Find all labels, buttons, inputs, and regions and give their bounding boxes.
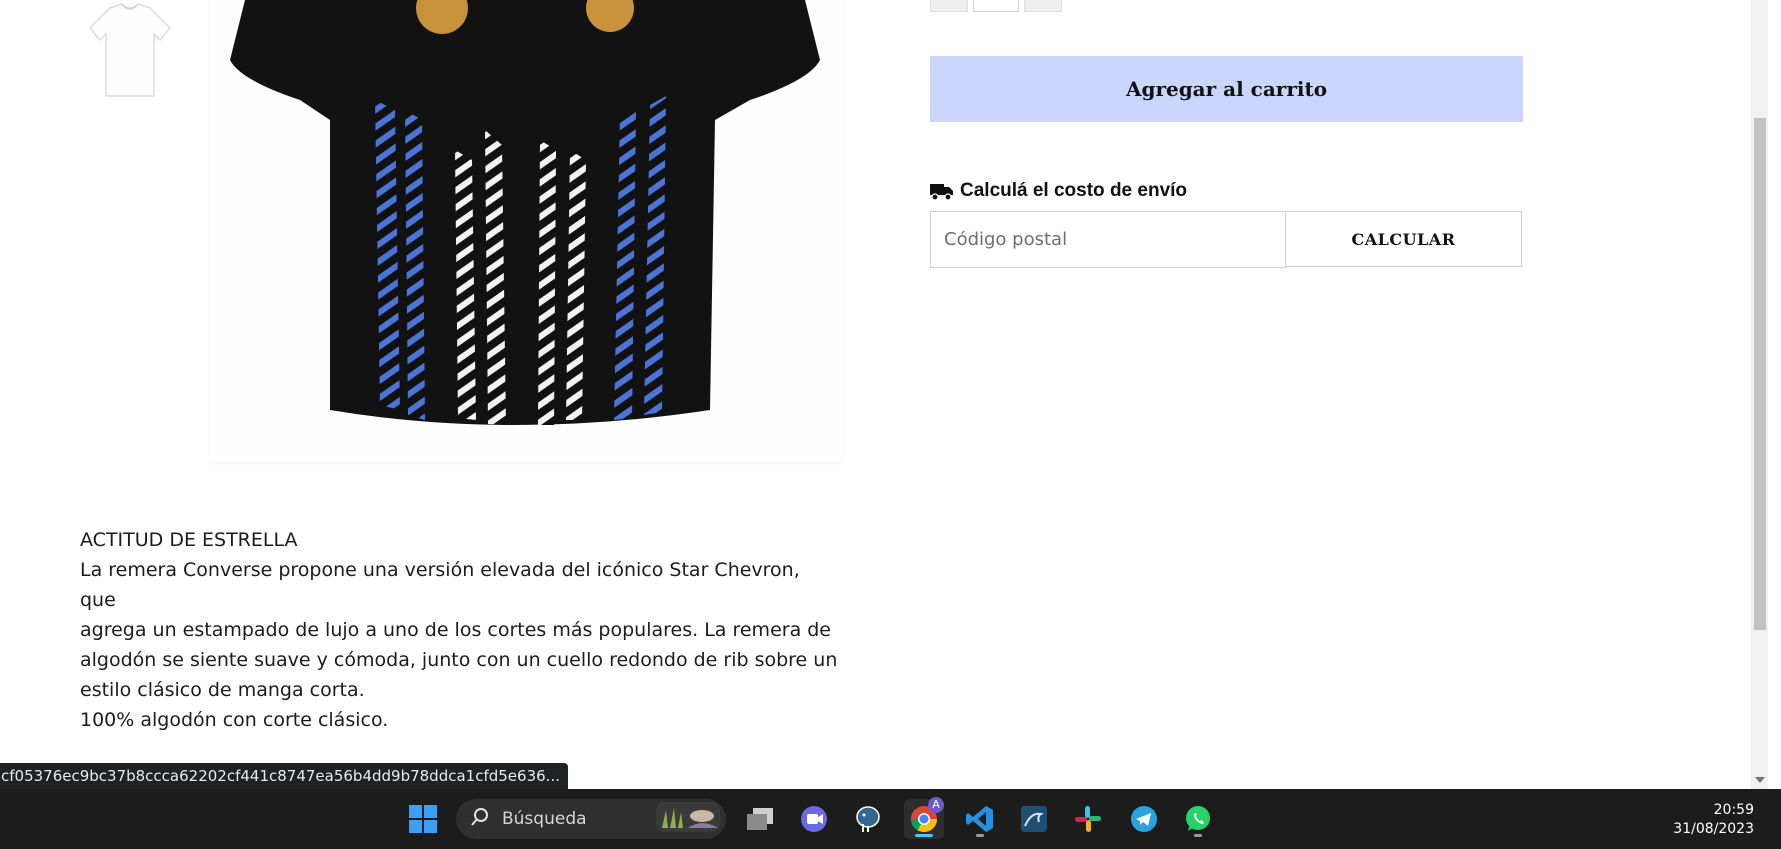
postal-code-input[interactable] — [930, 211, 1286, 268]
running-app-indicator — [1194, 834, 1202, 837]
truck-icon — [930, 181, 954, 201]
taskbar: Búsqueda A 20:59 31/08/2023 — [0, 789, 1781, 849]
product-description: ACTITUD DE ESTRELLA La remera Converse p… — [80, 525, 840, 735]
clock-date: 31/08/2023 — [1673, 821, 1754, 837]
description-heading: ACTITUD DE ESTRELLA — [80, 529, 298, 551]
scroll-down-arrow-icon[interactable] — [1755, 777, 1765, 783]
description-line: 100% algodón con corte clásico. — [80, 709, 389, 731]
product-thumbnail-white[interactable] — [80, 0, 180, 100]
windows-start-icon[interactable] — [403, 799, 443, 839]
postgresql-icon[interactable] — [848, 799, 888, 839]
taskbar-search[interactable]: Búsqueda — [456, 799, 726, 839]
vscode-icon[interactable] — [960, 799, 1000, 839]
search-highlight-image-icon — [656, 801, 720, 837]
mysql-workbench-icon[interactable] — [1014, 799, 1054, 839]
description-line: agrega un estampado de lujo a uno de los… — [80, 619, 832, 641]
telegram-icon[interactable] — [1124, 799, 1164, 839]
add-to-cart-button[interactable]: Agregar al carrito — [930, 56, 1523, 122]
quantity-increase-button[interactable] — [1024, 0, 1062, 12]
shipping-title-text: Calculá el costo de envío — [960, 180, 1188, 201]
active-app-indicator — [915, 834, 933, 837]
search-label: Búsqueda — [502, 809, 587, 829]
product-main-image[interactable] — [210, 0, 843, 462]
whatsapp-icon[interactable] — [1178, 799, 1218, 839]
slack-icon[interactable] — [1068, 799, 1108, 839]
description-line: estilo clásico de manga corta. — [80, 679, 365, 701]
page-scrollbar[interactable] — [1751, 0, 1768, 789]
description-line: algodón se siente suave y cómoda, junto … — [80, 649, 838, 671]
scrollbar-thumb[interactable] — [1754, 118, 1766, 630]
chrome-profile-badge: A — [928, 797, 944, 813]
task-view-icon[interactable] — [740, 799, 780, 839]
shipping-calculator-title: Calculá el costo de envío — [930, 178, 1187, 204]
description-line: La remera Converse propone una versión e… — [80, 559, 800, 611]
system-clock[interactable]: 20:59 31/08/2023 — [1673, 801, 1754, 839]
product-page: Agregar al carrito Calculá el costo de e… — [0, 0, 1781, 789]
teams-meet-icon[interactable] — [794, 799, 834, 839]
quantity-input[interactable] — [973, 0, 1019, 12]
chrome-icon[interactable]: A — [904, 797, 944, 839]
calculate-shipping-button[interactable]: CALCULAR — [1285, 211, 1522, 267]
running-app-indicator — [976, 834, 984, 837]
clock-time: 20:59 — [1713, 802, 1754, 818]
link-status-bar: cf05376ec9bc37b8ccca62202cf441c8747ea56b… — [0, 763, 568, 789]
search-icon — [470, 807, 490, 832]
quantity-decrease-button[interactable] — [930, 0, 968, 12]
